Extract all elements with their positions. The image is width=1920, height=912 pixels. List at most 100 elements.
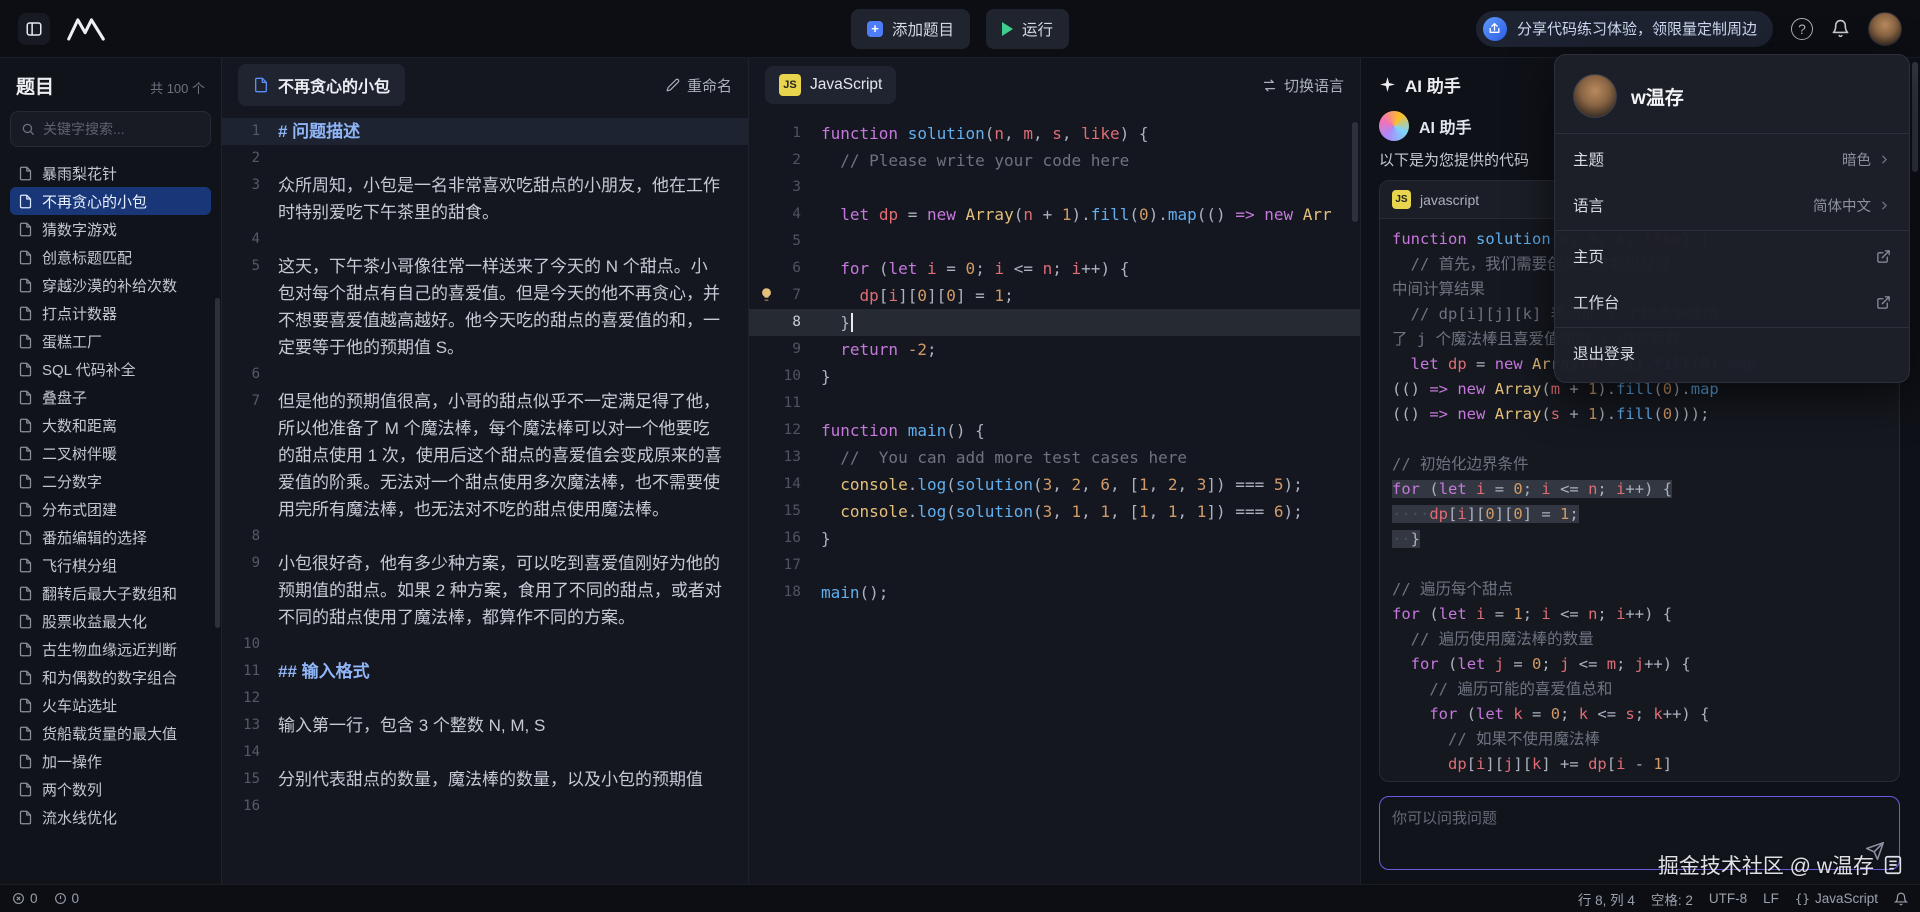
sidebar-item[interactable]: 穿越沙漠的补给次数 (10, 271, 211, 299)
sidebar-item[interactable]: 股票收益最大化 (10, 607, 211, 635)
sidebar-scrollbar[interactable] (215, 298, 220, 628)
search-input[interactable] (43, 121, 200, 137)
menu-item-language[interactable]: 语言 简体中文 (1555, 182, 1909, 228)
menu-item-logout[interactable]: 退出登录 (1555, 330, 1909, 376)
eol-setting[interactable]: LF (1763, 891, 1779, 906)
document-icon (18, 446, 33, 461)
code-line[interactable]: 5 (749, 228, 1360, 255)
ai-code-line[interactable] (1392, 427, 1887, 452)
ai-code-line[interactable]: ··} (1392, 527, 1887, 552)
sidebar-item[interactable]: 大数和距离 (10, 411, 211, 439)
sidebar-item[interactable]: 两个数列 (10, 775, 211, 803)
problem-title-tab[interactable]: 不再贪心的小包 (238, 64, 405, 106)
code-line[interactable]: 2 // Please write your code here (749, 147, 1360, 174)
app-icon[interactable] (18, 13, 50, 45)
sidebar-item[interactable]: 不再贪心的小包 (10, 187, 211, 215)
ai-code-line[interactable]: // 初始化边界条件 (1392, 452, 1887, 477)
code-line[interactable]: 9 return -2; (749, 336, 1360, 363)
code-line[interactable]: 1function solution(n, m, s, like) { (749, 120, 1360, 147)
code-editor[interactable]: 1function solution(n, m, s, like) {2 // … (749, 112, 1360, 884)
sidebar-item[interactable]: 飞行棋分组 (10, 551, 211, 579)
cursor-position[interactable]: 行 8, 列 4 (1578, 889, 1635, 909)
code-line[interactable]: 8 } (749, 309, 1360, 336)
code-line[interactable]: 18main(); (749, 579, 1360, 606)
code-line[interactable]: 10} (749, 363, 1360, 390)
sidebar-item-label: 二分数字 (42, 471, 102, 492)
document-icon (18, 306, 33, 321)
ai-code-line[interactable]: ····dp[i][0][0] = 1; (1392, 502, 1887, 527)
ai-code-language: javascript (1420, 192, 1479, 208)
sidebar-item[interactable]: 番茄编辑的选择 (10, 523, 211, 551)
language-mode[interactable]: {} JavaScript (1795, 891, 1878, 906)
ai-code-line[interactable]: for (let j = 0; j <= m; j++) { (1392, 652, 1887, 677)
menu-item-workbench[interactable]: 工作台 (1555, 279, 1909, 325)
promo-banner[interactable]: 分享代码练习体验，领限量定制周边 (1476, 11, 1773, 47)
play-icon (1002, 22, 1013, 36)
sidebar-item[interactable]: 创意标题匹配 (10, 243, 211, 271)
run-button[interactable]: 运行 (986, 9, 1069, 49)
indentation-setting[interactable]: 空格: 2 (1651, 889, 1693, 909)
ai-code-line[interactable]: for (let i = 0; i <= n; i++) { (1392, 477, 1887, 502)
bell-icon[interactable] (1894, 892, 1908, 906)
sidebar-item[interactable]: 分布式团建 (10, 495, 211, 523)
menu-item-home[interactable]: 主页 (1555, 233, 1909, 279)
errors-indicator[interactable]: 0 (12, 891, 38, 906)
sidebar-item[interactable]: 和为偶数的数字组合 (10, 663, 211, 691)
menu-item-theme[interactable]: 主题 暗色 (1555, 136, 1909, 182)
code-line[interactable]: 16} (749, 525, 1360, 552)
markdown-line: 2 (222, 145, 748, 172)
sidebar-item[interactable]: 加一操作 (10, 747, 211, 775)
sidebar-item[interactable]: SQL 代码补全 (10, 355, 211, 383)
markdown-line: 5这天，下午茶小哥像往常一样送来了今天的 N 个甜点。小包对每个甜点有自己的喜爱… (222, 253, 748, 361)
problem-content[interactable]: 1# 问题描述2 3众所周知，小包是一名非常喜欢吃甜点的小朋友，他在工作时特别爱… (222, 112, 748, 884)
add-problem-button[interactable]: + 添加题目 (851, 9, 970, 49)
sidebar-item[interactable]: 暴雨梨花针 (10, 159, 211, 187)
help-icon[interactable]: ? (1791, 18, 1813, 40)
sidebar-item[interactable]: 货船载货量的最大值 (10, 719, 211, 747)
ai-code-line[interactable]: // 遍历使用魔法棒的数量 (1392, 627, 1887, 652)
code-line[interactable]: 7 dp[i][0][0] = 1; (749, 282, 1360, 309)
sidebar-item[interactable]: 蛋糕工厂 (10, 327, 211, 355)
sidebar-item-label: 不再贪心的小包 (42, 191, 147, 212)
sidebar-item[interactable]: 二叉树伴暖 (10, 439, 211, 467)
sidebar-item[interactable]: 打点计数器 (10, 299, 211, 327)
brand-logo-icon[interactable] (66, 17, 106, 41)
sidebar-item[interactable]: 叠盘子 (10, 383, 211, 411)
sidebar-item[interactable]: 二分数字 (10, 467, 211, 495)
ai-code-line[interactable] (1392, 552, 1887, 577)
sidebar-item[interactable]: 火车站选址 (10, 691, 211, 719)
code-line[interactable]: 4 let dp = new Array(n + 1).fill(0).map(… (749, 201, 1360, 228)
code-line[interactable]: 15 console.log(solution(3, 1, 1, [1, 1, … (749, 498, 1360, 525)
ai-code-line[interactable]: // 遍历每个甜点 (1392, 577, 1887, 602)
code-line[interactable]: 6 for (let i = 0; i <= n; i++) { (749, 255, 1360, 282)
user-avatar[interactable] (1868, 12, 1902, 46)
ai-code-line[interactable]: [j][k]; (1392, 777, 1887, 781)
sidebar-item[interactable]: 猜数字游戏 (10, 215, 211, 243)
ai-code-line[interactable]: // 遍历可能的喜爱值总和 (1392, 677, 1887, 702)
ai-code-line[interactable]: for (let i = 1; i <= n; i++) { (1392, 602, 1887, 627)
editor-scrollbar[interactable] (1352, 122, 1358, 222)
ai-code-line[interactable]: // 如果不使用魔法棒 (1392, 727, 1887, 752)
quickfix-lightbulb-icon[interactable] (759, 287, 774, 302)
sidebar-item[interactable]: 翻转后最大子数组和 (10, 579, 211, 607)
code-line[interactable]: 12function main() { (749, 417, 1360, 444)
code-line[interactable]: 13 // You can add more test cases here (749, 444, 1360, 471)
search-box[interactable] (10, 111, 211, 147)
language-tab[interactable]: JS JavaScript (765, 66, 896, 104)
code-line[interactable]: 3 (749, 174, 1360, 201)
switch-language-button[interactable]: 切换语言 (1262, 75, 1344, 96)
notifications-icon[interactable] (1831, 19, 1850, 38)
warnings-indicator[interactable]: 0 (54, 891, 80, 906)
code-line[interactable]: 17 (749, 552, 1360, 579)
ai-code-line[interactable]: dp[i][j][k] += dp[i - 1] (1392, 752, 1887, 777)
encoding-setting[interactable]: UTF-8 (1709, 891, 1747, 906)
sidebar-item-label: 二叉树伴暖 (42, 443, 117, 464)
ai-code-line[interactable]: (() => new Array(s + 1).fill(0))); (1392, 402, 1887, 427)
rename-button[interactable]: 重命名 (666, 75, 732, 96)
page-scrollbar[interactable] (1912, 62, 1918, 172)
sidebar-item[interactable]: 流水线优化 (10, 803, 211, 831)
ai-code-line[interactable]: for (let k = 0; k <= s; k++) { (1392, 702, 1887, 727)
code-line[interactable]: 14 console.log(solution(3, 2, 6, [1, 2, … (749, 471, 1360, 498)
code-line[interactable]: 11 (749, 390, 1360, 417)
sidebar-item[interactable]: 古生物血缘远近判断 (10, 635, 211, 663)
